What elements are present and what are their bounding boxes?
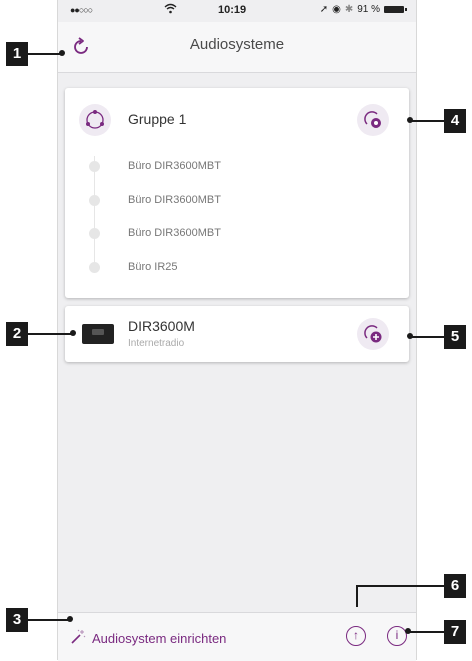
member-dot bbox=[89, 161, 100, 172]
callout-leader bbox=[356, 585, 358, 607]
callout-label: 3 bbox=[6, 608, 28, 632]
bluetooth-icon: ✱ bbox=[344, 4, 354, 15]
alarm-icon: ◉ bbox=[332, 4, 341, 15]
upload-icon[interactable]: ↑ bbox=[346, 626, 366, 646]
callout-dot bbox=[59, 50, 65, 56]
callout-label: 6 bbox=[444, 574, 466, 598]
member-name: Büro DIR3600MBT bbox=[128, 227, 221, 239]
group-member-item[interactable]: Büro DIR3600MBT bbox=[65, 217, 409, 251]
group-member-item[interactable]: Büro DIR3600MBT bbox=[65, 184, 409, 218]
device-name: DIR3600M bbox=[128, 318, 195, 334]
signal-indicator: ●●○○○ bbox=[70, 5, 93, 15]
callout-dot bbox=[407, 117, 413, 123]
page-title: Audiosysteme bbox=[189, 36, 285, 53]
device-subtitle: Internetradio bbox=[128, 338, 185, 349]
callout-leader bbox=[28, 333, 73, 335]
callout-dot bbox=[407, 333, 413, 339]
callout-dot bbox=[67, 616, 73, 622]
group-member-list: Büro DIR3600MBT Büro DIR3600MBT Büro DIR… bbox=[65, 150, 409, 284]
add-to-group-button[interactable] bbox=[357, 318, 389, 350]
device-card[interactable]: DIR3600M Internetradio bbox=[65, 306, 409, 362]
callout-label: 4 bbox=[444, 109, 466, 133]
wifi-icon bbox=[164, 3, 177, 17]
navigation-bar: Audiosysteme bbox=[58, 22, 416, 73]
member-name: Büro IR25 bbox=[128, 260, 178, 273]
group-member-item[interactable]: Büro IR25 bbox=[65, 251, 409, 285]
battery-icon bbox=[384, 6, 407, 13]
group-title: Gruppe 1 bbox=[128, 111, 187, 127]
callout-leader bbox=[410, 336, 444, 338]
radio-device-icon bbox=[82, 324, 114, 344]
callout-label: 2 bbox=[6, 322, 28, 346]
status-bar: ●●○○○ 10:19 ➚ ◉ ✱ 91 % bbox=[58, 0, 416, 22]
setup-label: Audiosystem einrichten bbox=[92, 631, 227, 646]
setup-audio-system-button[interactable]: Audiosystem einrichten bbox=[70, 629, 226, 648]
status-right: ➚ ◉ ✱ 91 % bbox=[319, 4, 407, 15]
info-icon[interactable]: i bbox=[387, 626, 407, 646]
group-settings-button[interactable] bbox=[357, 104, 389, 136]
callout-leader bbox=[410, 120, 444, 122]
magic-wand-icon bbox=[70, 629, 86, 648]
member-name: Büro DIR3600MBT bbox=[128, 193, 221, 206]
group-icon bbox=[79, 104, 111, 136]
phone-screen: ●●○○○ 10:19 ➚ ◉ ✱ 91 % Audiosysteme Grup… bbox=[57, 0, 417, 661]
callout-leader bbox=[408, 631, 444, 633]
bottom-toolbar: Audiosystem einrichten ↑ i bbox=[58, 612, 416, 661]
group-card[interactable]: Gruppe 1 Büro DIR3600MBT Büro DIR3600MBT… bbox=[65, 88, 409, 298]
callout-dot bbox=[70, 330, 76, 336]
member-dot bbox=[89, 228, 100, 239]
callout-leader bbox=[28, 53, 62, 55]
location-icon: ➚ bbox=[319, 4, 329, 15]
callout-leader bbox=[356, 585, 444, 587]
callout-label: 5 bbox=[444, 325, 466, 349]
group-member-item[interactable]: Büro DIR3600MBT bbox=[65, 150, 409, 184]
member-dot bbox=[89, 261, 100, 273]
member-dot bbox=[89, 194, 100, 206]
callout-label: 1 bbox=[6, 42, 28, 66]
status-time: 10:19 bbox=[218, 4, 247, 16]
member-name: Büro DIR3600MBT bbox=[128, 160, 221, 172]
callout-leader bbox=[28, 619, 70, 621]
battery-percent: 91 % bbox=[357, 4, 380, 15]
callout-dot bbox=[405, 628, 411, 634]
callout-label: 7 bbox=[444, 620, 466, 644]
